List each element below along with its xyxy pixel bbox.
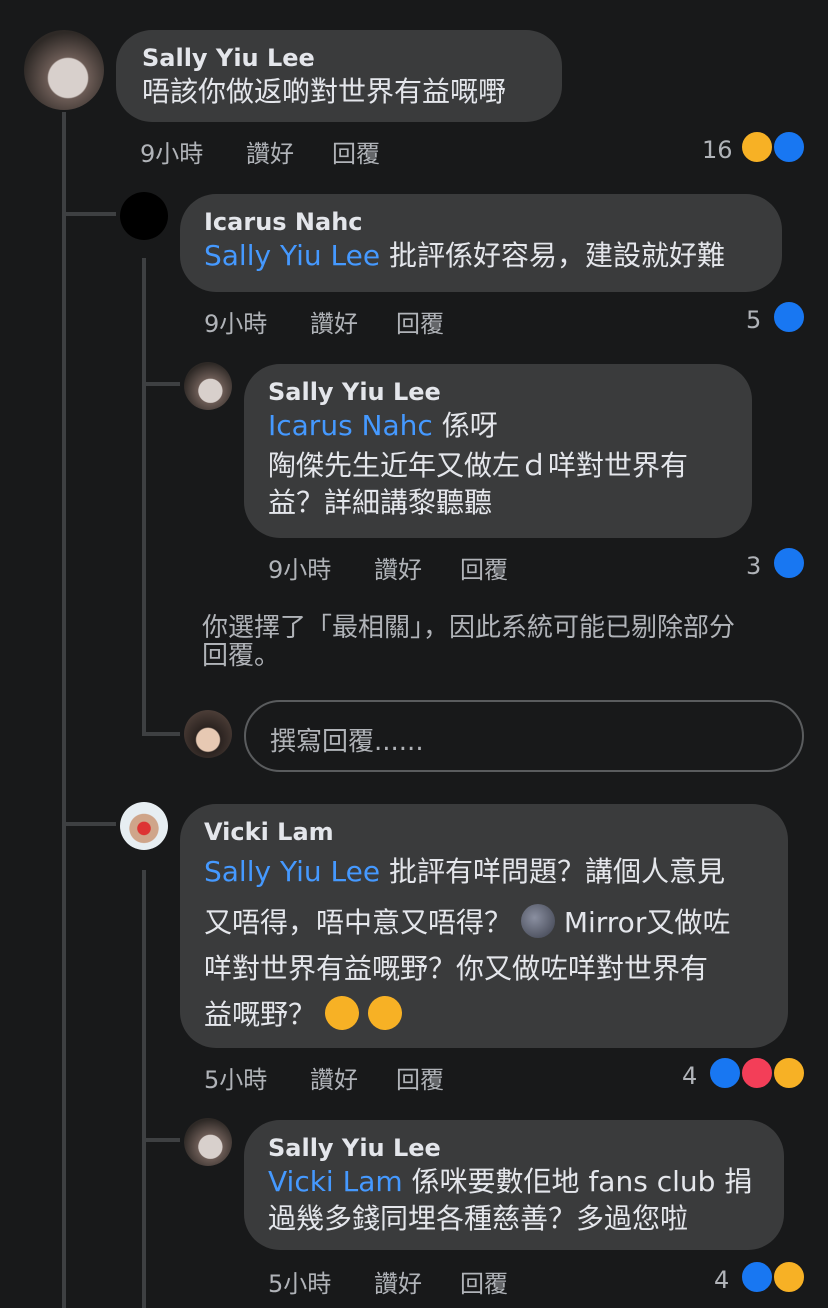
comment-text: 益？詳細講黎聽聽	[268, 486, 493, 519]
comment-text: 批評有咩問題？講個人意見	[388, 855, 725, 888]
comment-text-line: Vicki Lam 係咪要數佢地 fans club 捐	[268, 1162, 760, 1202]
reaction-count[interactable]: 16	[702, 136, 733, 164]
avatar[interactable]	[184, 1118, 232, 1166]
comment-text: 批評係好容易，建設就好難	[388, 239, 725, 272]
reply-button[interactable]: 回覆	[460, 550, 508, 585]
reply-input-placeholder: 撰寫回覆......	[270, 727, 424, 757]
avatar[interactable]	[24, 30, 104, 110]
comment-text-line: 益嘅野？	[204, 990, 764, 1040]
reaction-count[interactable]: 4	[682, 1062, 697, 1090]
comment-bubble: Sally Yiu Lee Icarus Nahc 係呀 陶傑先生近年又做左ｄ咩…	[244, 364, 752, 538]
comment-text-line: Icarus Nahc 係呀	[268, 406, 728, 446]
reply-button[interactable]: 回覆	[396, 304, 444, 339]
comment-time[interactable]: 5小時	[204, 1060, 267, 1095]
comment-author[interactable]: Icarus Nahc	[204, 208, 758, 236]
thread-line-branch-2	[66, 822, 116, 826]
thread-line-sub-1-branch-a	[146, 382, 180, 386]
comment-text: Mirror又做咗	[563, 906, 731, 939]
reaction-count[interactable]: 5	[746, 306, 761, 334]
comment-bubble: Sally Yiu Lee Vicki Lam 係咪要數佢地 fans club…	[244, 1120, 784, 1250]
mention-link[interactable]: Icarus Nahc	[268, 409, 433, 442]
comment-text: 咩對世界有益嘅野？你又做咗咩對世界有	[204, 952, 709, 985]
comment-text-line: Sally Yiu Lee 批評係好容易，建設就好難	[204, 236, 758, 276]
thread-line-sub-1-branch-b	[146, 732, 180, 736]
comment-text: 過幾多錢同埋各種慈善？多過您啦	[268, 1202, 689, 1235]
comment-text: 又唔得，唔中意又唔得？	[204, 906, 513, 939]
comment-time[interactable]: 5小時	[268, 1264, 331, 1299]
comment-actions: 5小時 讚好 回覆	[268, 1264, 568, 1298]
comment-bubble: Icarus Nahc Sally Yiu Lee 批評係好容易，建設就好難	[180, 194, 782, 292]
comment-bubble: Vicki Lam Sally Yiu Lee 批評有咩問題？講個人意見 又唔得…	[180, 804, 788, 1048]
comment-text-line: Sally Yiu Lee 批評有咩問題？講個人意見	[204, 846, 764, 898]
comment-text: 係呀	[441, 409, 498, 442]
laughing-face-icon	[772, 1260, 806, 1294]
comment-actions: 9小時 讚好 回覆	[268, 550, 568, 584]
thread-line-sub-2-branch-a	[146, 1138, 180, 1142]
comment-bubble: Sally Yiu Lee 唔該你做返啲對世界有益嘅嘢	[116, 30, 562, 122]
reaction-count[interactable]: 3	[746, 552, 761, 580]
mention-link[interactable]: Sally Yiu Lee	[204, 855, 380, 888]
thumbs-up-icon	[708, 1056, 742, 1090]
comment-author[interactable]: Sally Yiu Lee	[268, 378, 728, 406]
reaction-count[interactable]: 4	[714, 1266, 729, 1294]
comment-actions: 9小時 讚好 回覆	[140, 134, 440, 168]
comment-time[interactable]: 9小時	[204, 304, 267, 339]
laughing-face-icon	[772, 1056, 806, 1090]
thread-line-sub-1	[142, 258, 146, 736]
thread-line-sub-2	[142, 870, 146, 1308]
rolling-laughing-emoji	[362, 990, 408, 1036]
comment-text: 益嘅野？	[204, 998, 317, 1031]
like-button[interactable]: 讚好	[374, 1264, 422, 1299]
reply-button[interactable]: 回覆	[332, 134, 380, 169]
new-moon-face-emoji	[520, 904, 555, 938]
comment-author[interactable]: Sally Yiu Lee	[268, 1134, 760, 1162]
laughing-face-icon	[740, 130, 774, 164]
rolling-laughing-emoji	[319, 990, 365, 1036]
avatar[interactable]	[120, 802, 168, 850]
mention-link[interactable]: Vicki Lam	[268, 1165, 403, 1198]
thumbs-up-icon	[772, 130, 806, 164]
like-button[interactable]: 讚好	[310, 304, 358, 339]
thread-line-main	[62, 112, 66, 1308]
like-button[interactable]: 讚好	[310, 1060, 358, 1095]
comment-author[interactable]: Sally Yiu Lee	[142, 44, 536, 72]
relevance-notice: 你選擇了「最相關」，因此系統可能已剔除部分 回覆。	[202, 614, 812, 670]
notice-line: 回覆。	[202, 641, 281, 671]
comment-text: 係咪要數佢地 fans club 捐	[411, 1165, 753, 1198]
comment-actions: 5小時 讚好 回覆	[204, 1060, 504, 1094]
comment-text-line: 又唔得，唔中意又唔得？ Mirror又做咗	[204, 898, 764, 948]
thread-line-branch-1	[66, 212, 116, 216]
reply-button[interactable]: 回覆	[396, 1060, 444, 1095]
current-user-avatar	[184, 710, 232, 758]
reply-input[interactable]: 撰寫回覆......	[244, 700, 804, 772]
mention-link[interactable]: Sally Yiu Lee	[204, 239, 380, 272]
comment-author[interactable]: Vicki Lam	[204, 818, 764, 846]
avatar[interactable]	[184, 362, 232, 410]
comment-time[interactable]: 9小時	[140, 134, 203, 169]
like-button[interactable]: 讚好	[374, 550, 422, 585]
reply-button[interactable]: 回覆	[460, 1264, 508, 1299]
avatar[interactable]	[120, 192, 168, 240]
thumbs-up-icon	[772, 300, 806, 334]
comment-time[interactable]: 9小時	[268, 550, 331, 585]
thumbs-up-icon	[772, 546, 806, 580]
thumbs-up-icon	[740, 1260, 774, 1294]
comment-text: 唔該你做返啲對世界有益嘅嘢	[142, 75, 507, 108]
heart-icon	[740, 1056, 774, 1090]
notice-line: 你選擇了「最相關」，因此系統可能已剔除部分	[202, 613, 736, 643]
comment-text: 陶傑先生近年又做左ｄ咩對世界有	[268, 449, 689, 482]
like-button[interactable]: 讚好	[246, 134, 294, 169]
comment-actions: 9小時 讚好 回覆	[204, 304, 504, 338]
